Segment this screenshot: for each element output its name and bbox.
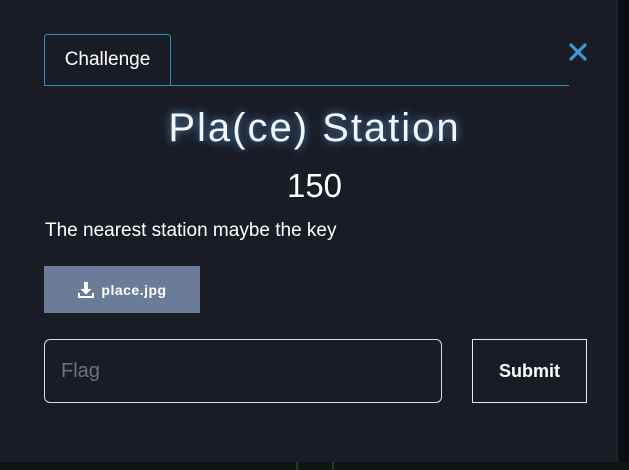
background-strip — [0, 462, 629, 470]
submit-button[interactable]: Submit — [472, 339, 587, 403]
background-line — [332, 462, 334, 470]
tab-challenge-label: Challenge — [64, 49, 151, 70]
flag-input[interactable] — [44, 339, 442, 403]
file-download-label: place.jpg — [101, 281, 167, 298]
file-download-button[interactable]: place.jpg — [44, 266, 200, 313]
tab-underline — [44, 85, 569, 86]
background-line — [296, 462, 298, 470]
challenge-points: 150 — [286, 167, 343, 204]
close-icon[interactable] — [566, 40, 590, 64]
download-icon — [77, 281, 95, 299]
challenge-description: The nearest station maybe the key — [45, 220, 337, 241]
challenge-title: Pla(ce) Station — [168, 106, 461, 150]
tab-challenge[interactable]: Challenge — [44, 34, 171, 85]
challenge-modal: Challenge Pla(ce) Station 150 The neares… — [0, 0, 618, 463]
